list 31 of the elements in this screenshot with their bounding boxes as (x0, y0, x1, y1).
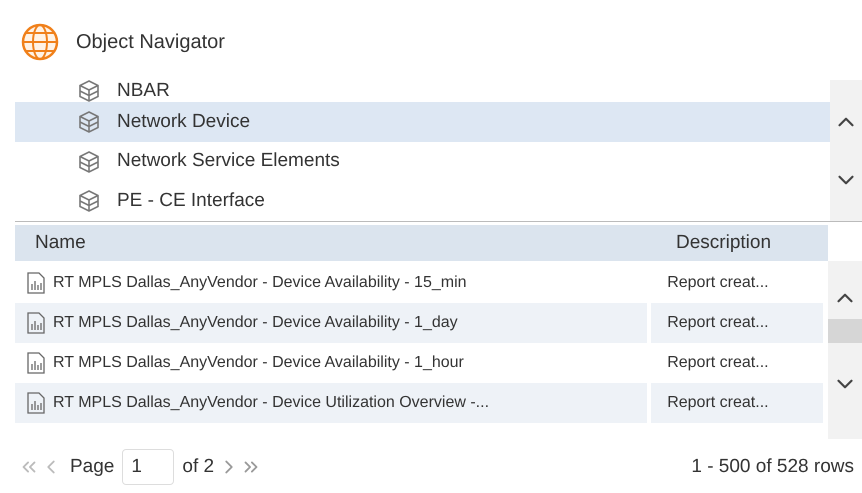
table-cell: RT MPLS Dallas_AnyVendor - Device Availability - 1_day (15, 303, 648, 343)
report-icon (27, 352, 45, 374)
table-cell: RT MPLS Dallas_AnyVendor - Device Availability - 15_min (15, 263, 648, 303)
tree-item[interactable]: Network Service Elements (15, 142, 830, 182)
column-header[interactable]: Name (15, 225, 668, 261)
page-count: of 2 (182, 454, 214, 479)
table-cell-text: Report creat... (666, 353, 770, 373)
tree-item[interactable]: Network Device (15, 102, 830, 142)
column-header[interactable]: Description (668, 225, 828, 261)
window-title: Object Navigator (76, 30, 225, 55)
page-label: Page (70, 454, 114, 479)
table-cell: RT MPLS Dallas_AnyVendor - Device Utilization Overview -... (15, 383, 648, 423)
page-field[interactable]: 1 (122, 449, 174, 485)
cube-icon (77, 150, 101, 174)
tree-item[interactable]: NBAR (15, 80, 830, 102)
scrollbar[interactable] (830, 80, 862, 221)
table-cell: RT MPLS Dallas_AnyVendor - Device Availability - 1_hour (15, 343, 648, 383)
tree-item[interactable]: PE - CE Interface (15, 181, 830, 222)
cube-icon (77, 189, 101, 214)
scrollbar[interactable] (828, 261, 862, 439)
table-cell: Report creat... (651, 383, 824, 423)
report-icon (27, 312, 45, 334)
globe-icon (20, 22, 60, 62)
report-icon (27, 392, 45, 414)
scroll-thumb[interactable] (828, 319, 862, 343)
report-icon (27, 272, 45, 294)
table-cell-text: Report creat... (666, 273, 770, 293)
row-count: 1 - 500 of 528 rows (691, 454, 854, 479)
table-cell: Report creat... (651, 303, 824, 343)
cube-icon (77, 79, 101, 103)
cube-icon (77, 110, 101, 134)
